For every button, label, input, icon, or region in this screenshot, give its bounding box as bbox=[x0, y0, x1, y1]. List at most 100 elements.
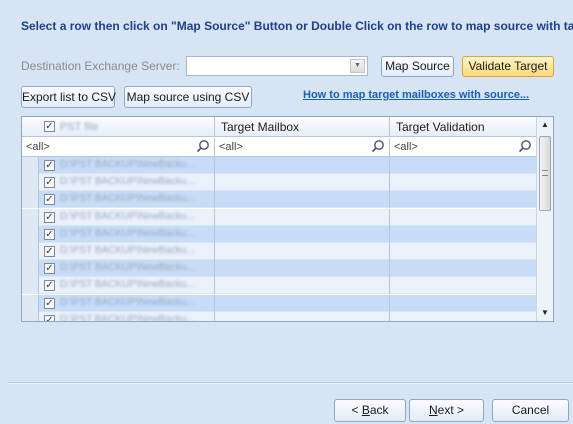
cell-pst-file-path: D:\PST BACKUP\NewBacku... bbox=[60, 313, 195, 322]
filter-target-validation-value: <all> bbox=[394, 141, 418, 153]
back-button-key: B bbox=[361, 403, 370, 417]
row-checkbox[interactable]: ✓ bbox=[44, 297, 55, 309]
destination-server-dropdown[interactable]: ▼ bbox=[186, 56, 368, 76]
filter-pst-file[interactable]: <all> bbox=[22, 138, 215, 156]
table-row[interactable]: ✓ D:\PST BACKUP\NewBacku... bbox=[22, 157, 536, 174]
row-checkbox[interactable]: ✓ bbox=[44, 160, 55, 171]
row-checkbox[interactable]: ✓ bbox=[44, 194, 55, 206]
cell-target-mailbox[interactable] bbox=[215, 191, 390, 209]
cell-target-mailbox[interactable] bbox=[215, 157, 390, 174]
row-selector[interactable] bbox=[22, 208, 39, 226]
scroll-thumb[interactable] bbox=[539, 136, 551, 211]
cell-pst-file-path: D:\PST BACKUP\NewBacku... bbox=[60, 262, 195, 274]
row-checkbox[interactable]: ✓ bbox=[44, 280, 55, 292]
header-target-mailbox[interactable]: Target Mailbox bbox=[215, 117, 390, 137]
next-button[interactable]: Next > bbox=[409, 399, 484, 422]
cell-pst-file-path: D:\PST BACKUP\NewBacku... bbox=[60, 210, 195, 222]
table-row[interactable]: ✓ D:\PST BACKUP\NewBacku... bbox=[22, 225, 536, 243]
row-checkbox[interactable]: ✓ bbox=[44, 211, 55, 223]
cell-pst-file[interactable]: ✓ D:\PST BACKUP\NewBacku... bbox=[22, 174, 215, 192]
cell-pst-file[interactable]: ✓ D:\PST BACKUP\NewBacku... bbox=[22, 208, 215, 226]
grid-rows: ✓ D:\PST BACKUP\NewBacku... ✓ D:\PST BACKUP… bbox=[22, 157, 536, 322]
table-row[interactable]: ✓ D:\PST BACKUP\NewBacku... bbox=[22, 243, 536, 260]
cell-target-mailbox[interactable] bbox=[215, 174, 390, 192]
instruction-text: Select a row then click on "Map Source" … bbox=[21, 19, 573, 33]
cell-pst-file-path: D:\PST BACKUP\NewBacku... bbox=[60, 279, 195, 291]
cell-target-mailbox[interactable] bbox=[215, 294, 390, 312]
grid-header: ✓ PST file Target Mailbox Target Validat… bbox=[22, 117, 536, 137]
cell-pst-file-path: D:\PST BACKUP\NewBacku... bbox=[60, 193, 195, 205]
vertical-scrollbar[interactable]: ▲ ▼ bbox=[536, 117, 553, 321]
header-pst-file[interactable]: ✓ PST file bbox=[22, 117, 215, 137]
row-selector[interactable] bbox=[22, 311, 39, 321]
cell-pst-file[interactable]: ✓ D:\PST BACKUP\NewBacku... bbox=[22, 191, 215, 209]
cell-pst-file-path: D:\PST BACKUP\NewBacku... bbox=[60, 227, 195, 239]
row-checkbox[interactable]: ✓ bbox=[44, 263, 55, 275]
search-icon[interactable] bbox=[371, 139, 385, 153]
back-button-prefix: < bbox=[351, 403, 362, 417]
help-link[interactable]: How to map target mailboxes with source.… bbox=[303, 89, 529, 101]
table-row[interactable]: ✓ D:\PST BACKUP\NewBacku... bbox=[22, 311, 536, 322]
row-checkbox[interactable]: ✓ bbox=[44, 246, 55, 257]
destination-server-label: Destination Exchange Server: bbox=[21, 59, 180, 73]
table-row[interactable]: ✓ D:\PST BACKUP\NewBacku... bbox=[22, 174, 536, 192]
mapping-grid[interactable]: ✓ PST file Target Mailbox Target Validat… bbox=[21, 116, 554, 322]
footer-divider bbox=[8, 382, 573, 384]
map-source-button[interactable]: Map Source bbox=[381, 56, 454, 77]
next-button-key: N bbox=[428, 403, 438, 417]
search-icon[interactable] bbox=[518, 139, 532, 153]
cell-pst-file[interactable]: ✓ D:\PST BACKUP\NewBacku... bbox=[22, 260, 215, 278]
row-selector[interactable] bbox=[22, 191, 39, 209]
cell-pst-file-path: D:\PST BACKUP\NewBacku... bbox=[60, 245, 195, 256]
cell-target-mailbox[interactable] bbox=[215, 311, 390, 321]
header-pst-file-label: PST file bbox=[60, 121, 99, 133]
table-row[interactable]: ✓ D:\PST BACKUP\NewBacku... bbox=[22, 208, 536, 226]
scroll-up-icon[interactable]: ▲ bbox=[540, 120, 550, 129]
cell-pst-file[interactable]: ✓ D:\PST BACKUP\NewBacku... bbox=[22, 243, 215, 260]
back-button-rest: ack bbox=[369, 403, 389, 417]
row-selector[interactable] bbox=[22, 260, 39, 278]
filter-target-validation[interactable]: <all> bbox=[390, 138, 536, 156]
row-checkbox[interactable]: ✓ bbox=[44, 314, 55, 321]
row-checkbox[interactable]: ✓ bbox=[44, 228, 55, 240]
row-selector[interactable] bbox=[22, 243, 39, 260]
search-icon[interactable] bbox=[196, 139, 210, 153]
back-button[interactable]: < Back bbox=[334, 399, 406, 422]
table-row[interactable]: ✓ D:\PST BACKUP\NewBacku... bbox=[22, 260, 536, 278]
cell-pst-file-path: D:\PST BACKUP\NewBacku... bbox=[60, 159, 195, 170]
row-selector[interactable] bbox=[22, 294, 39, 312]
table-row[interactable]: ✓ D:\PST BACKUP\NewBacku... bbox=[22, 294, 536, 312]
filter-pst-file-value: <all> bbox=[26, 141, 50, 153]
cell-pst-file[interactable]: ✓ D:\PST BACKUP\NewBacku... bbox=[22, 225, 215, 243]
table-row[interactable]: ✓ D:\PST BACKUP\NewBacku... bbox=[22, 277, 536, 295]
next-button-rest: ext > bbox=[437, 403, 465, 417]
dropdown-arrow-icon[interactable]: ▼ bbox=[350, 59, 365, 73]
export-list-csv-button[interactable]: Export list to CSV bbox=[21, 86, 116, 108]
row-selector[interactable] bbox=[22, 174, 39, 192]
filter-target-mailbox[interactable]: <all> bbox=[215, 138, 390, 156]
row-selector[interactable] bbox=[22, 225, 39, 243]
row-checkbox[interactable]: ✓ bbox=[44, 177, 55, 189]
cell-pst-file-path: D:\PST BACKUP\NewBacku... bbox=[60, 176, 195, 188]
header-target-validation[interactable]: Target Validation bbox=[390, 117, 536, 137]
row-selector[interactable] bbox=[22, 157, 39, 174]
cell-target-mailbox[interactable] bbox=[215, 225, 390, 243]
cell-pst-file[interactable]: ✓ D:\PST BACKUP\NewBacku... bbox=[22, 277, 215, 295]
cell-target-mailbox[interactable] bbox=[215, 277, 390, 295]
map-source-csv-button[interactable]: Map source using CSV bbox=[124, 86, 252, 108]
validate-target-button[interactable]: Validate Target bbox=[462, 56, 554, 77]
cell-target-mailbox[interactable] bbox=[215, 208, 390, 226]
filter-row: <all> <all> <all> bbox=[22, 138, 536, 157]
cell-pst-file-path: D:\PST BACKUP\NewBacku... bbox=[60, 296, 195, 308]
cancel-button[interactable]: Cancel bbox=[492, 399, 569, 422]
cell-pst-file[interactable]: ✓ D:\PST BACKUP\NewBacku... bbox=[22, 294, 215, 312]
select-all-checkbox[interactable]: ✓ bbox=[44, 121, 55, 132]
cell-target-mailbox[interactable] bbox=[215, 260, 390, 278]
cell-pst-file[interactable]: ✓ D:\PST BACKUP\NewBacku... bbox=[22, 311, 215, 322]
cell-pst-file[interactable]: ✓ D:\PST BACKUP\NewBacku... bbox=[22, 157, 215, 174]
scroll-down-icon[interactable]: ▼ bbox=[540, 308, 550, 317]
filter-target-mailbox-value: <all> bbox=[219, 141, 243, 153]
table-row[interactable]: ✓ D:\PST BACKUP\NewBacku... bbox=[22, 191, 536, 209]
row-selector[interactable] bbox=[22, 277, 39, 295]
cell-target-mailbox[interactable] bbox=[215, 243, 390, 260]
